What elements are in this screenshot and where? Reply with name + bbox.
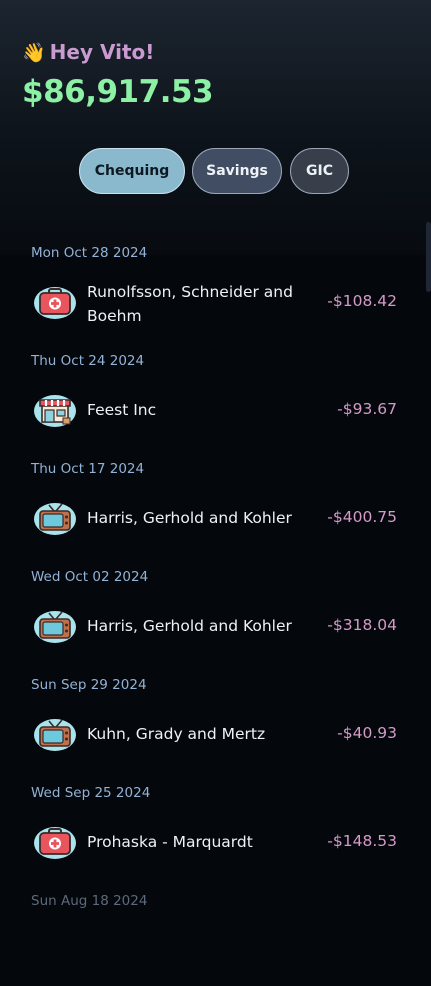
merchant-name: Runolfsson, Schneider and Boehm — [87, 283, 293, 325]
transaction-date: Wed Sep 25 2024 — [31, 785, 151, 801]
medical-kit-icon — [34, 827, 76, 859]
transaction-amount: -$93.67 — [337, 400, 397, 418]
transaction-group: Wed Sep 25 2024 Prohaska - Marquardt -$1… — [0, 770, 431, 878]
transaction-group: Sun Aug 18 2024 — [0, 878, 431, 986]
transaction-date: Thu Oct 17 2024 — [31, 461, 145, 477]
tab-savings[interactable]: Savings — [192, 148, 282, 194]
transaction-group: Sun Sep 29 2024 Kuhn, Grady and Mertz -$… — [0, 662, 431, 770]
tab-gic[interactable]: GIC — [290, 148, 349, 194]
greeting-text: Hey Vito! — [49, 40, 155, 64]
transaction-row[interactable]: Harris, Gerhold and Kohler -$318.04 — [0, 596, 431, 656]
transaction-group: Thu Oct 17 2024 Harris, Gerhold and Kohl… — [0, 446, 431, 554]
transaction-date: Sun Sep 29 2024 — [31, 677, 147, 693]
transaction-amount: -$40.93 — [337, 724, 397, 742]
transaction-date: Mon Oct 28 2024 — [31, 245, 148, 261]
merchant-name: Prohaska - Marquardt — [87, 833, 253, 851]
transaction-list: Mon Oct 28 2024 Runolfsson, Schneider an… — [0, 230, 431, 986]
transaction-date: Thu Oct 24 2024 — [31, 353, 145, 369]
transaction-amount: -$148.53 — [327, 832, 397, 850]
transaction-amount: -$318.04 — [327, 616, 397, 634]
transaction-group: Mon Oct 28 2024 Runolfsson, Schneider an… — [0, 230, 431, 338]
transaction-amount: -$400.75 — [327, 508, 397, 526]
television-icon — [34, 719, 76, 751]
television-icon — [34, 611, 76, 643]
account-balance: $86,917.53 — [22, 74, 214, 110]
merchant-name: Harris, Gerhold and Kohler — [87, 509, 292, 527]
medical-kit-icon — [34, 287, 76, 319]
greeting: 👋 Hey Vito! — [22, 40, 154, 64]
transaction-date: Wed Oct 02 2024 — [31, 569, 149, 585]
transaction-row[interactable]: Prohaska - Marquardt -$148.53 — [0, 812, 431, 872]
transaction-row[interactable]: Kuhn, Grady and Mertz -$40.93 — [0, 704, 431, 764]
transaction-row[interactable]: Harris, Gerhold and Kohler -$400.75 — [0, 488, 431, 548]
wave-icon: 👋 — [22, 41, 46, 64]
merchant-name: Feest Inc — [87, 401, 157, 419]
merchant-name: Kuhn, Grady and Mertz — [87, 725, 266, 743]
transaction-row[interactable]: Runolfsson, Schneider and Boehm -$108.42 — [0, 272, 431, 332]
transaction-group: Thu Oct 24 2024 Feest Inc -$93.67 — [0, 338, 431, 446]
transaction-date: Sun Aug 18 2024 — [31, 893, 148, 909]
header: 👋 Hey Vito! $86,917.53 Chequing Savings … — [0, 0, 431, 255]
television-icon — [34, 503, 76, 535]
tab-chequing[interactable]: Chequing — [79, 148, 185, 194]
storefront-icon — [34, 395, 76, 427]
transaction-group: Wed Oct 02 2024 Harris, Gerhold and Kohl… — [0, 554, 431, 662]
transaction-row[interactable]: Feest Inc -$93.67 — [0, 380, 431, 440]
merchant-name: Harris, Gerhold and Kohler — [87, 617, 292, 635]
transaction-amount: -$108.42 — [327, 292, 397, 310]
account-tabs: Chequing Savings GIC — [0, 148, 431, 196]
